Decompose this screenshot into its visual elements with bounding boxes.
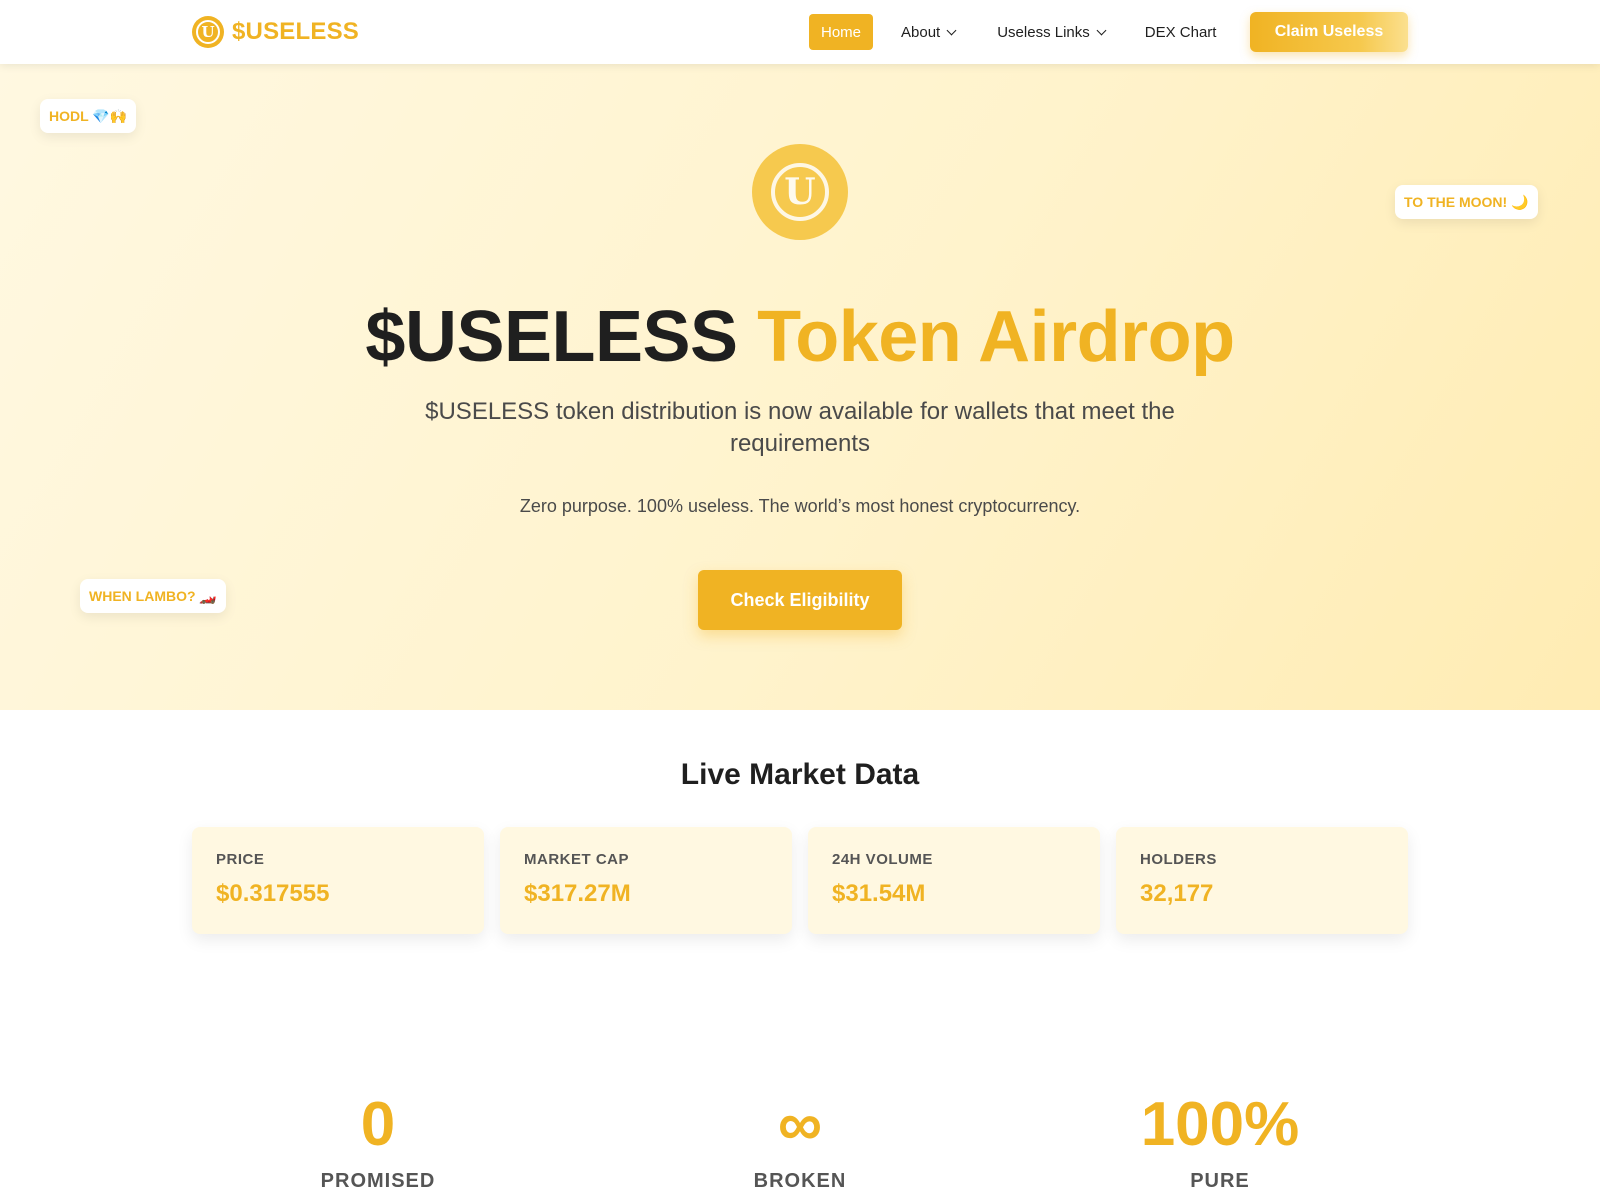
card-value: $317.27M — [524, 880, 631, 907]
stat-label: BROKEN — [753, 1170, 847, 1192]
coin-u-icon: U — [192, 16, 224, 48]
lambo-badge: WHEN LAMBO? 🏎️ — [80, 579, 226, 613]
hero-coin-letter: U — [771, 163, 829, 221]
moon-badge: TO THE MOON! 🌙 — [1395, 185, 1538, 219]
check-eligibility-button[interactable]: Check Eligibility — [698, 570, 902, 630]
nav-about-dropdown[interactable]: About — [901, 23, 957, 41]
card-value: $0.317555 — [216, 880, 330, 907]
stat-broken: ∞ BROKEN — [590, 1088, 1010, 1193]
market-card-volume: 24H VOLUME $31.54M — [808, 827, 1100, 934]
chevron-down-icon — [1096, 25, 1107, 35]
brand-name: $USELESS — [232, 18, 359, 45]
market-cards: PRICE $0.317555 MARKET CAP $317.27M 24H … — [192, 827, 1408, 934]
nav-useless-links-dropdown[interactable]: Useless Links — [997, 23, 1107, 41]
hodl-badge: HODL 💎🙌 — [40, 99, 137, 133]
card-value: $31.54M — [832, 880, 926, 907]
hero-subtitle: $USELESS token distribution is now avail… — [425, 398, 1175, 457]
nav-links-label: Useless Links — [997, 23, 1090, 41]
nav-home-link[interactable]: Home — [809, 14, 874, 50]
top-navbar: U $USELESS Home About Useless Links DEX … — [0, 0, 1600, 64]
stat-value: ∞ — [777, 1090, 823, 1159]
card-label: 24H VOLUME — [832, 851, 933, 868]
hero-title-main: $USELESS — [365, 297, 738, 377]
stat-value: 0 — [360, 1090, 396, 1159]
stat-label: PURE — [1190, 1170, 1250, 1192]
market-card-price: PRICE $0.317555 — [192, 827, 484, 934]
market-data-title: Live Market Data — [680, 758, 920, 791]
coin-u-icon: U — [752, 144, 848, 240]
brand-logo-link[interactable]: U $USELESS — [192, 16, 359, 48]
card-label: MARKET CAP — [524, 851, 629, 868]
nav-links: Home About Useless Links DEX Chart — [809, 14, 1216, 50]
market-card-holders: HOLDERS 32,177 — [1116, 827, 1408, 934]
coin-letter: U — [196, 20, 220, 44]
market-card-market-cap: MARKET CAP $317.27M — [500, 827, 792, 934]
stat-pure: 100% PURE — [1010, 1088, 1430, 1193]
card-label: HOLDERS — [1140, 851, 1217, 868]
card-label: PRICE — [216, 851, 265, 868]
nav-about-label: About — [901, 23, 941, 41]
hero-tagline: Zero purpose. 100% useless. The world’s … — [519, 496, 1081, 516]
stat-label: PROMISED — [320, 1170, 436, 1192]
card-value: 32,177 — [1140, 880, 1214, 907]
stat-promised: 0 PROMISED — [168, 1088, 588, 1193]
hero-section: HODL 💎🙌 TO THE MOON! 🌙 WHEN LAMBO? 🏎️ U … — [0, 64, 1600, 710]
claim-useless-button[interactable]: Claim Useless — [1250, 12, 1408, 52]
hero-title: $USELESS Token Airdrop — [0, 296, 1600, 378]
hero-title-accent: Token Airdrop — [757, 297, 1235, 377]
stat-value: 100% — [1140, 1090, 1300, 1159]
chevron-down-icon — [946, 25, 957, 35]
nav-dex-chart-link[interactable]: DEX Chart — [1145, 24, 1217, 41]
